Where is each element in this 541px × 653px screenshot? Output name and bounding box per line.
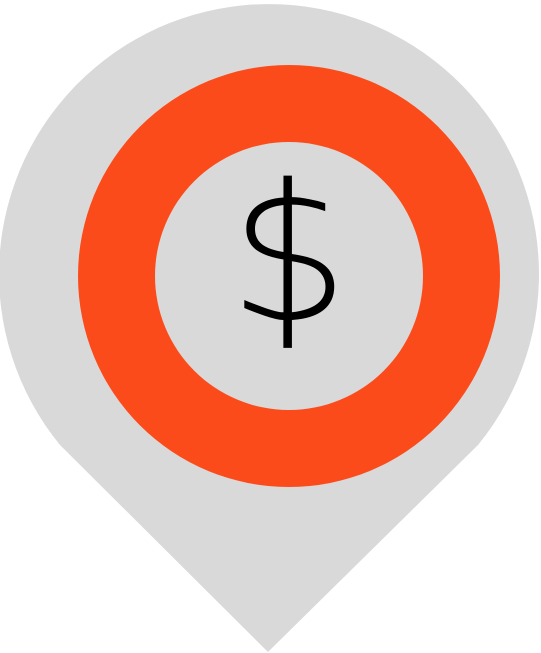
map-pin-dollar-icon: $ [0, 0, 541, 653]
map-pin-graphic: $ [0, 4, 539, 652]
dollar-sign: $ [229, 144, 350, 365]
